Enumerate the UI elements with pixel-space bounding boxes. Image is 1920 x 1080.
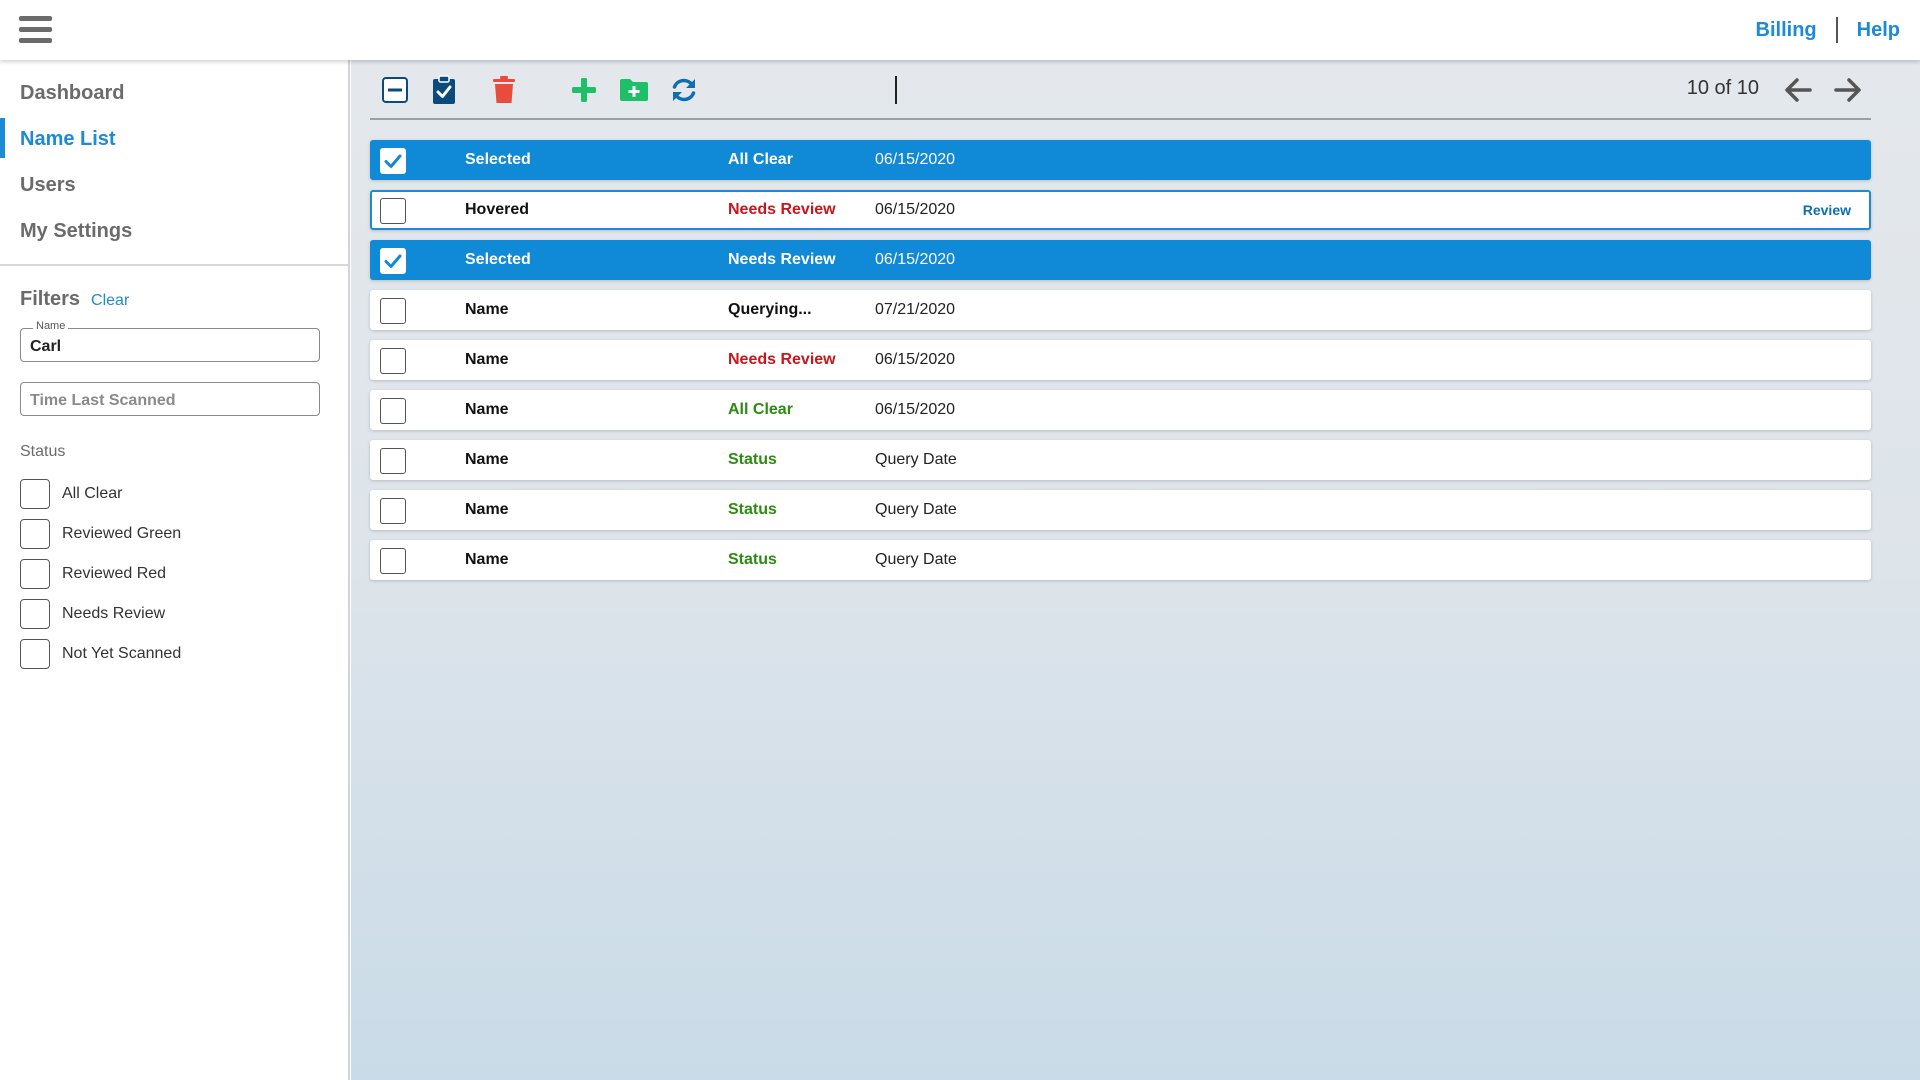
hamburger-icon[interactable] xyxy=(19,16,52,44)
help-link[interactable]: Help xyxy=(1857,19,1900,42)
status-option-reviewed-red[interactable]: Reviewed Red xyxy=(20,554,181,594)
sidebar-item-name-list[interactable]: Name List xyxy=(0,116,348,162)
name-list: Selected All Clear 06/15/2020 Hovered Needs … xyxy=(370,140,1871,590)
pagination-count: 10 of 10 xyxy=(1686,77,1759,99)
filters-clear-link[interactable]: Clear xyxy=(91,292,129,310)
row-name: Hovered xyxy=(465,201,530,218)
main-content: 10 of 10 Selected All Clear 06/15/2020 Hove… xyxy=(351,60,1920,1080)
filters-title: Filters xyxy=(20,288,81,310)
row-checkbox[interactable] xyxy=(380,348,406,374)
status-option-reviewed-green[interactable]: Reviewed Green xyxy=(20,514,181,554)
table-row[interactable]: Name Querying... 07/21/2020 xyxy=(370,290,1871,330)
toolbar-divider xyxy=(895,76,897,104)
status-option-label: All Clear xyxy=(62,485,123,502)
status-checkbox[interactable] xyxy=(20,559,50,589)
row-name: Name xyxy=(465,301,509,318)
row-status: Needs Review xyxy=(728,251,836,268)
plus-icon[interactable] xyxy=(569,75,599,105)
status-option-all-clear[interactable]: All Clear xyxy=(20,474,181,514)
name-filter-field: Name xyxy=(20,320,320,362)
row-checkbox[interactable] xyxy=(380,498,406,524)
table-row[interactable]: Hovered Needs Review 06/15/2020 Review xyxy=(370,190,1871,230)
table-row[interactable]: Name Status Query Date xyxy=(370,540,1871,580)
status-filter-list: All Clear Reviewed Green Reviewed Red Ne… xyxy=(20,474,181,674)
billing-link[interactable]: Billing xyxy=(1756,19,1817,42)
row-name: Name xyxy=(465,551,509,568)
row-status: Querying... xyxy=(728,301,812,318)
sidebar: Dashboard Name List Users My Settings Fi… xyxy=(0,60,350,1080)
status-checkbox[interactable] xyxy=(20,519,50,549)
status-checkbox[interactable] xyxy=(20,639,50,669)
table-row[interactable]: Name Needs Review 06/15/2020 xyxy=(370,340,1871,380)
folder-plus-icon[interactable] xyxy=(619,75,649,105)
status-option-label: Not Yet Scanned xyxy=(62,645,182,662)
name-field-legend: Name xyxy=(33,320,69,332)
row-checkbox[interactable] xyxy=(380,298,406,324)
sidebar-nav: Dashboard Name List Users My Settings xyxy=(0,60,348,254)
row-date: 07/21/2020 xyxy=(875,301,956,318)
status-option-not-yet-scanned[interactable]: Not Yet Scanned xyxy=(20,634,181,674)
row-checkbox[interactable] xyxy=(380,148,406,174)
status-option-label: Needs Review xyxy=(62,605,166,622)
row-name: Name xyxy=(465,451,509,468)
header-divider xyxy=(1835,17,1838,43)
top-bar: Billing Help xyxy=(0,0,1920,60)
time-last-scanned-field xyxy=(20,382,320,416)
sidebar-divider xyxy=(0,264,348,266)
sidebar-item-users[interactable]: Users xyxy=(0,162,348,208)
row-date: Query Date xyxy=(875,451,957,468)
name-filter-input[interactable] xyxy=(21,329,319,361)
status-option-label: Reviewed Green xyxy=(62,525,182,542)
status-checkbox[interactable] xyxy=(20,599,50,629)
trash-icon[interactable] xyxy=(489,75,519,105)
row-date: 06/15/2020 xyxy=(875,401,956,418)
row-name: Selected xyxy=(465,251,531,268)
table-row[interactable]: Name All Clear 06/15/2020 xyxy=(370,390,1871,430)
row-checkbox[interactable] xyxy=(380,448,406,474)
row-date: 06/15/2020 xyxy=(875,151,956,168)
status-option-label: Reviewed Red xyxy=(62,565,167,582)
header-links: Billing Help xyxy=(1756,17,1900,43)
row-checkbox[interactable] xyxy=(380,198,406,224)
status-option-needs-review[interactable]: Needs Review xyxy=(20,594,181,634)
filters-header: Filters Clear xyxy=(0,288,348,311)
review-button[interactable]: Review xyxy=(1803,192,1851,228)
row-name: Name xyxy=(465,401,509,418)
row-checkbox[interactable] xyxy=(380,248,406,274)
table-row[interactable]: Selected All Clear 06/15/2020 xyxy=(370,140,1871,180)
row-date: Query Date xyxy=(875,551,957,568)
status-filter-title: Status xyxy=(20,443,66,460)
row-checkbox[interactable] xyxy=(380,548,406,574)
arrow-left-icon[interactable] xyxy=(1782,74,1814,106)
row-date: 06/15/2020 xyxy=(875,251,956,268)
row-date: Query Date xyxy=(875,501,957,518)
arrow-right-icon[interactable] xyxy=(1832,74,1864,106)
row-status: All Clear xyxy=(728,151,793,168)
row-date: 06/15/2020 xyxy=(875,201,956,218)
sidebar-item-dashboard[interactable]: Dashboard xyxy=(0,70,348,116)
row-status: Needs Review xyxy=(728,351,836,368)
table-row[interactable]: Selected Needs Review 06/15/2020 xyxy=(370,240,1871,280)
status-checkbox[interactable] xyxy=(20,479,50,509)
row-status: Status xyxy=(728,451,777,468)
row-status: Status xyxy=(728,551,777,568)
row-status: All Clear xyxy=(728,401,793,418)
row-status: Needs Review xyxy=(728,201,836,218)
toolbar: 10 of 10 xyxy=(370,60,1871,120)
row-status: Status xyxy=(728,501,777,518)
row-name: Name xyxy=(465,351,509,368)
row-checkbox[interactable] xyxy=(380,398,406,424)
deselect-all-icon[interactable] xyxy=(380,75,410,105)
row-name: Name xyxy=(465,501,509,518)
refresh-icon[interactable] xyxy=(669,75,699,105)
table-row[interactable]: Name Status Query Date xyxy=(370,490,1871,530)
table-row[interactable]: Name Status Query Date xyxy=(370,440,1871,480)
time-last-scanned-input[interactable] xyxy=(21,383,319,415)
row-date: 06/15/2020 xyxy=(875,351,956,368)
row-name: Selected xyxy=(465,151,531,168)
clipboard-check-icon[interactable] xyxy=(429,75,459,105)
sidebar-item-my-settings[interactable]: My Settings xyxy=(0,208,348,254)
